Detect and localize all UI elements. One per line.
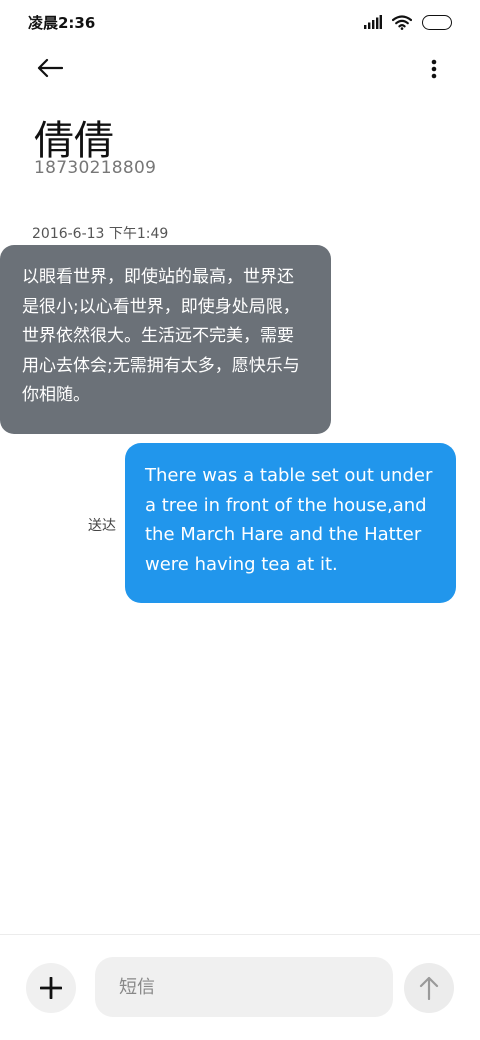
signal-icon [364, 15, 382, 29]
back-button[interactable] [30, 50, 70, 86]
message-timestamp: 2016-6-13 下午1:49 [32, 226, 169, 242]
outgoing-message-bubble[interactable]: There was a table set out under a tree i… [125, 443, 456, 603]
arrow-up-icon [419, 976, 439, 1000]
plus-icon [40, 977, 62, 999]
incoming-message-bubble[interactable]: 以眼看世界，即使站的最高，世界还是很小;以心看世界，即使身处局限，世界依然很大。… [0, 245, 331, 434]
battery-icon [422, 14, 452, 30]
status-bar: 凌晨2:36 [0, 0, 480, 44]
sent-status-label: 送达 [88, 518, 116, 534]
messaging-screen: 凌晨2:36 倩倩 18730218809 2016-6-13 下午1:49 以… [0, 0, 480, 1040]
contact-number: 18730218809 [34, 158, 157, 178]
composer-divider [0, 934, 480, 935]
status-time: 凌晨2:36 [28, 14, 96, 32]
message-input[interactable] [95, 957, 393, 1017]
wifi-icon [392, 14, 412, 30]
arrow-left-icon [37, 58, 63, 78]
send-button[interactable] [404, 963, 454, 1013]
more-options-button[interactable] [422, 52, 446, 86]
more-vertical-icon [431, 59, 437, 79]
add-attachment-button[interactable] [26, 963, 76, 1013]
status-icons [364, 13, 452, 31]
